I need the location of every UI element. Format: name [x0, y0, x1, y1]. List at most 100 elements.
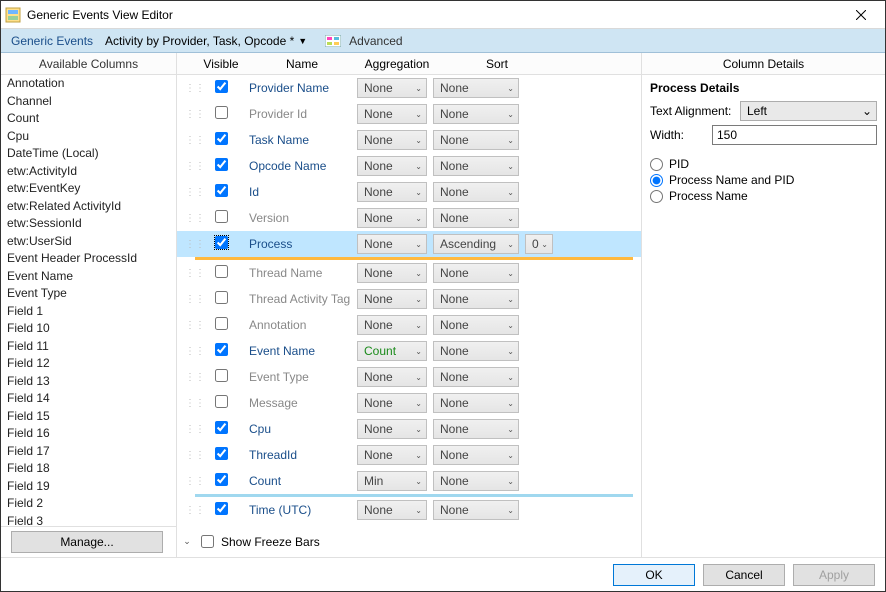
grid-row[interactable]: ⋮⋮Opcode NameNone⌄None⌄ — [177, 153, 641, 179]
expander-icon[interactable]: ⌄ — [181, 536, 193, 548]
aggregation-combo[interactable]: None⌄ — [357, 208, 427, 228]
aggregation-combo[interactable]: Min⌄ — [357, 471, 427, 491]
available-column-item[interactable]: Event Header ProcessId — [5, 250, 176, 268]
visible-checkbox[interactable] — [215, 236, 228, 249]
grid-row[interactable]: ⋮⋮ThreadIdNone⌄None⌄ — [177, 442, 641, 468]
radio-name[interactable] — [650, 190, 663, 203]
drag-handle-icon[interactable]: ⋮⋮ — [185, 505, 195, 516]
header-name[interactable]: Name — [247, 57, 357, 71]
visible-checkbox[interactable] — [215, 158, 228, 171]
aggregation-combo[interactable]: None⌄ — [357, 182, 427, 202]
available-column-item[interactable]: Field 16 — [5, 425, 176, 443]
sort-combo[interactable]: None⌄ — [433, 445, 519, 465]
aggregation-combo[interactable]: None⌄ — [357, 130, 427, 150]
sort-combo[interactable]: None⌄ — [433, 104, 519, 124]
available-column-item[interactable]: Field 18 — [5, 460, 176, 478]
available-column-item[interactable]: Event Name — [5, 268, 176, 286]
drag-handle-icon[interactable]: ⋮⋮ — [185, 424, 195, 435]
drag-handle-icon[interactable]: ⋮⋮ — [185, 346, 195, 357]
drag-handle-icon[interactable]: ⋮⋮ — [185, 187, 195, 198]
available-column-item[interactable]: Cpu — [5, 128, 176, 146]
grid-row[interactable]: ⋮⋮Thread Activity TagNone⌄None⌄ — [177, 286, 641, 312]
sort-combo[interactable]: None⌄ — [433, 156, 519, 176]
drag-handle-icon[interactable]: ⋮⋮ — [185, 239, 195, 250]
grid-row[interactable]: ⋮⋮Time (UTC)None⌄None⌄ — [177, 497, 641, 523]
sort-combo[interactable]: None⌄ — [433, 500, 519, 520]
aggregation-combo[interactable]: None⌄ — [357, 78, 427, 98]
visible-checkbox[interactable] — [215, 132, 228, 145]
available-column-item[interactable]: etw:ActivityId — [5, 163, 176, 181]
grid-row[interactable]: ⋮⋮CountMin⌄None⌄ — [177, 468, 641, 494]
available-column-item[interactable]: etw:SessionId — [5, 215, 176, 233]
drag-handle-icon[interactable]: ⋮⋮ — [185, 109, 195, 120]
header-sort[interactable]: Sort — [437, 57, 557, 71]
visible-checkbox[interactable] — [215, 369, 228, 382]
radio-pid[interactable] — [650, 158, 663, 171]
grid-row[interactable]: ⋮⋮Provider NameNone⌄None⌄ — [177, 75, 641, 101]
aggregation-combo[interactable]: None⌄ — [357, 500, 427, 520]
advanced-link[interactable]: Advanced — [345, 32, 406, 50]
visible-checkbox[interactable] — [215, 317, 228, 330]
sort-combo[interactable]: Ascending⌄ — [433, 234, 519, 254]
sort-combo[interactable]: None⌄ — [433, 78, 519, 98]
visible-checkbox[interactable] — [215, 502, 228, 515]
available-column-item[interactable]: Field 3 — [5, 513, 176, 527]
visible-checkbox[interactable] — [215, 265, 228, 278]
visible-checkbox[interactable] — [215, 447, 228, 460]
drag-handle-icon[interactable]: ⋮⋮ — [185, 450, 195, 461]
sort-combo[interactable]: None⌄ — [433, 130, 519, 150]
sort-combo[interactable]: None⌄ — [433, 471, 519, 491]
drag-handle-icon[interactable]: ⋮⋮ — [185, 398, 195, 409]
radio-namepid-row[interactable]: Process Name and PID — [650, 173, 877, 187]
available-column-item[interactable]: Event Type — [5, 285, 176, 303]
drag-handle-icon[interactable]: ⋮⋮ — [185, 476, 195, 487]
header-aggregation[interactable]: Aggregation — [357, 57, 437, 71]
available-column-item[interactable]: Field 13 — [5, 373, 176, 391]
aggregation-combo[interactable]: Count⌄ — [357, 341, 427, 361]
visible-checkbox[interactable] — [215, 106, 228, 119]
grid-row[interactable]: ⋮⋮Event TypeNone⌄None⌄ — [177, 364, 641, 390]
available-column-item[interactable]: Count — [5, 110, 176, 128]
radio-name-row[interactable]: Process Name — [650, 189, 877, 203]
available-column-item[interactable]: etw:EventKey — [5, 180, 176, 198]
sort-combo[interactable]: None⌄ — [433, 208, 519, 228]
drag-handle-icon[interactable]: ⋮⋮ — [185, 161, 195, 172]
visible-checkbox[interactable] — [215, 80, 228, 93]
aggregation-combo[interactable]: None⌄ — [357, 315, 427, 335]
available-column-item[interactable]: Field 12 — [5, 355, 176, 373]
aggregation-combo[interactable]: None⌄ — [357, 419, 427, 439]
aggregation-combo[interactable]: None⌄ — [357, 156, 427, 176]
available-column-item[interactable]: etw:UserSid — [5, 233, 176, 251]
visible-checkbox[interactable] — [215, 473, 228, 486]
grid-row[interactable]: ⋮⋮CpuNone⌄None⌄ — [177, 416, 641, 442]
visible-checkbox[interactable] — [215, 291, 228, 304]
grid-body[interactable]: ⋮⋮Provider NameNone⌄None⌄⋮⋮Provider IdNo… — [177, 75, 641, 530]
grid-row[interactable]: ⋮⋮Task NameNone⌄None⌄ — [177, 127, 641, 153]
available-column-item[interactable]: DateTime (Local) — [5, 145, 176, 163]
available-column-item[interactable]: Annotation — [5, 75, 176, 93]
freeze-checkbox[interactable] — [201, 535, 214, 548]
grid-row[interactable]: ⋮⋮VersionNone⌄None⌄ — [177, 205, 641, 231]
available-column-item[interactable]: Channel — [5, 93, 176, 111]
aggregation-combo[interactable]: None⌄ — [357, 234, 427, 254]
sort-order-combo[interactable]: 0⌄ — [525, 234, 553, 254]
cancel-button[interactable]: Cancel — [703, 564, 785, 586]
sort-combo[interactable]: None⌄ — [433, 182, 519, 202]
sort-combo[interactable]: None⌄ — [433, 263, 519, 283]
sort-combo[interactable]: None⌄ — [433, 367, 519, 387]
sort-combo[interactable]: None⌄ — [433, 341, 519, 361]
grid-row[interactable]: ⋮⋮ProcessNone⌄Ascending⌄0⌄ — [177, 231, 641, 257]
drag-handle-icon[interactable]: ⋮⋮ — [185, 213, 195, 224]
activity-dropdown[interactable]: Activity by Provider, Task, Opcode * ▼ — [101, 32, 311, 50]
visible-checkbox[interactable] — [215, 210, 228, 223]
grid-row[interactable]: ⋮⋮Event NameCount⌄None⌄ — [177, 338, 641, 364]
visible-checkbox[interactable] — [215, 421, 228, 434]
grid-row[interactable]: ⋮⋮Provider IdNone⌄None⌄ — [177, 101, 641, 127]
available-column-item[interactable]: Field 15 — [5, 408, 176, 426]
close-button[interactable] — [841, 2, 881, 28]
aggregation-combo[interactable]: None⌄ — [357, 393, 427, 413]
available-column-item[interactable]: Field 1 — [5, 303, 176, 321]
available-column-item[interactable]: etw:Related ActivityId — [5, 198, 176, 216]
grid-row[interactable]: ⋮⋮AnnotationNone⌄None⌄ — [177, 312, 641, 338]
drag-handle-icon[interactable]: ⋮⋮ — [185, 268, 195, 279]
